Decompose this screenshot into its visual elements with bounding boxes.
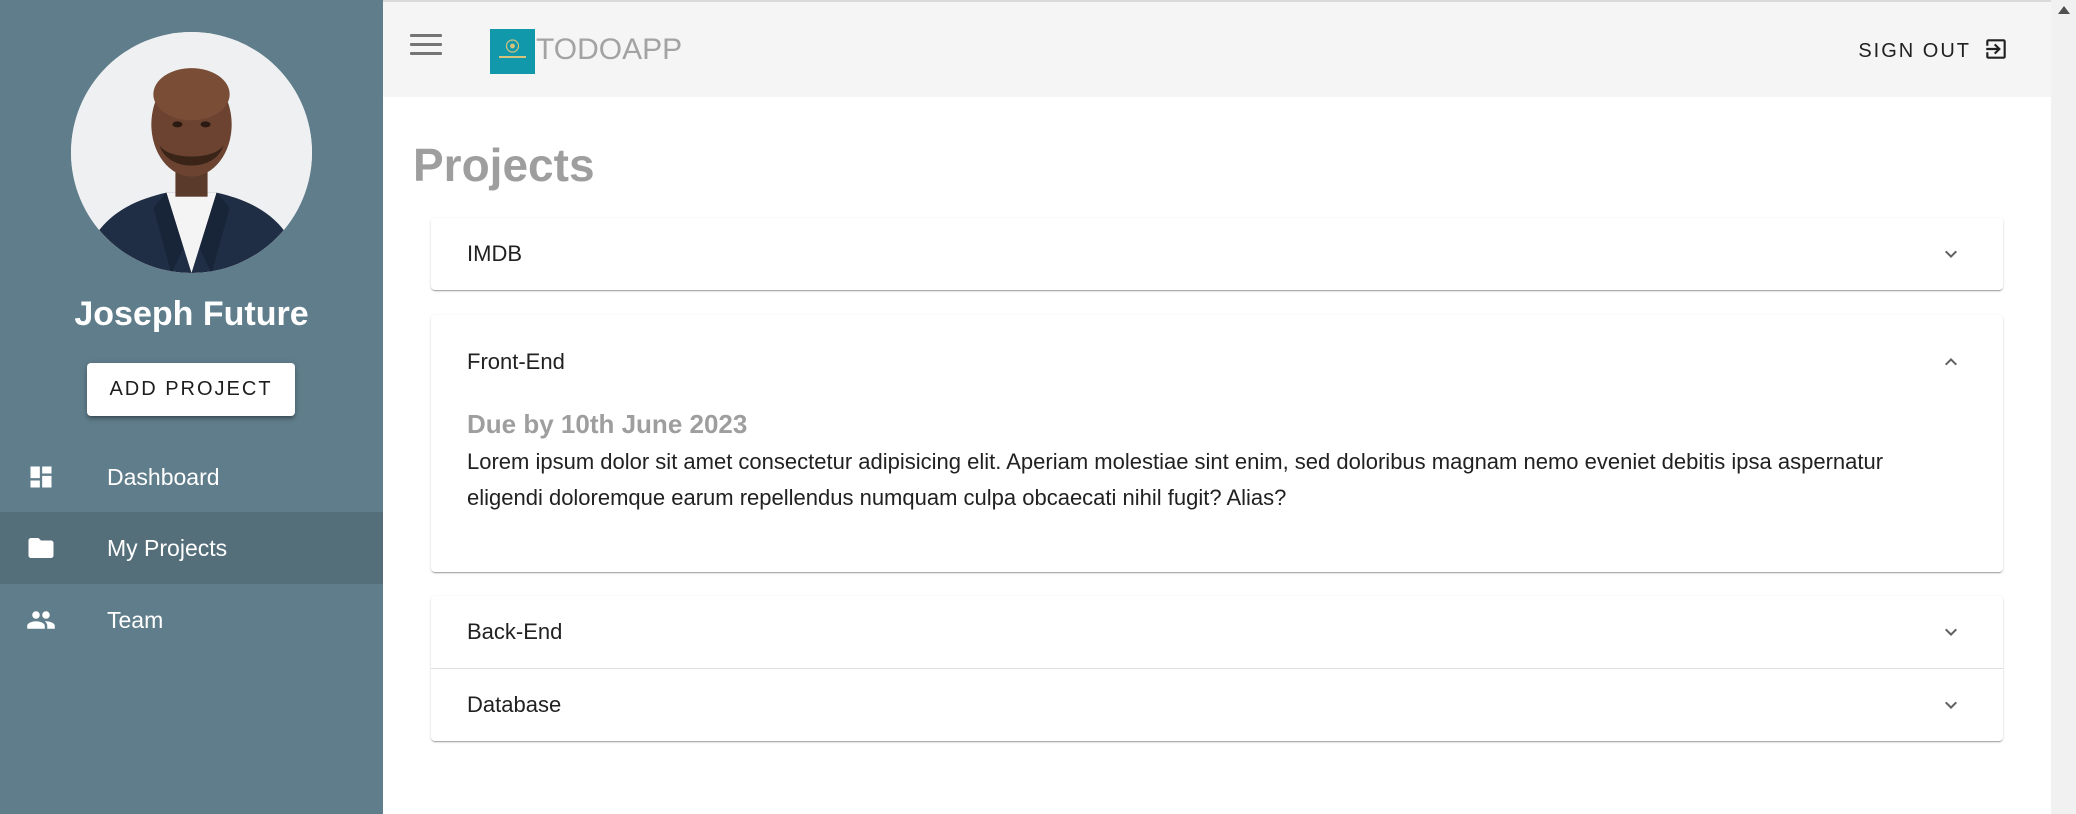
project-panel-back-end[interactable]: Back-End (431, 596, 2003, 668)
add-project-button[interactable]: ADD PROJECT (87, 363, 295, 416)
project-name: IMDB (467, 241, 522, 266)
sidebar-item-label: Team (107, 606, 164, 633)
app-title: TODOAPP (536, 33, 683, 66)
page-title: Projects (413, 139, 595, 191)
sidebar-item-my-projects[interactable]: My Projects (0, 512, 383, 584)
project-panel-imdb: IMDB (431, 218, 2003, 290)
avatar-photo (71, 32, 312, 273)
avatar (71, 32, 312, 273)
app-logo (490, 29, 535, 74)
sidebar-item-dashboard[interactable]: Dashboard (0, 441, 383, 513)
app-root: Joseph Future ADD PROJECT Dashboard My P… (0, 0, 2076, 814)
project-name: Back-End (467, 619, 563, 644)
chevron-down-icon (1945, 250, 1957, 258)
logout-icon (1983, 36, 2009, 67)
project-due-date: Due by 10th June 2023 (467, 409, 748, 439)
scroll-up-arrow-icon[interactable] (2058, 6, 2070, 14)
page-scrollbar[interactable] (2051, 0, 2076, 814)
chevron-down-icon (1945, 628, 1957, 636)
sidebar-item-team[interactable]: Team (0, 584, 383, 656)
project-panel-database[interactable]: Database (431, 669, 2003, 741)
people-icon (26, 605, 56, 635)
sign-out-label: SIGN OUT (1858, 40, 1971, 62)
project-name: Database (467, 692, 562, 717)
project-panel-header[interactable]: Front-End (431, 315, 2003, 387)
top-app-bar: TODOAPP SIGN OUT (383, 0, 2051, 97)
dashboard-icon (26, 462, 56, 492)
folder-icon (26, 533, 56, 563)
menu-icon[interactable] (410, 34, 442, 62)
project-panel-details: Due by 10th June 2023 Lorem ipsum dolor … (431, 409, 2003, 516)
project-panel-front-end: Front-End Due by 10th June 2023 Lorem ip… (431, 315, 2003, 572)
project-panel-header[interactable]: IMDB (431, 218, 2003, 290)
project-panel-group: Back-End Database (431, 596, 2003, 741)
chevron-down-icon (1945, 701, 1957, 709)
user-name: Joseph Future (74, 295, 309, 333)
sidebar: Joseph Future ADD PROJECT Dashboard My P… (0, 0, 383, 814)
sidebar-item-label: Dashboard (107, 463, 220, 490)
sign-out-button[interactable]: SIGN OUT (1858, 36, 2009, 67)
chevron-up-icon (1945, 358, 1957, 366)
project-description: Lorem ipsum dolor sit amet consectetur a… (467, 449, 1884, 510)
sidebar-item-label: My Projects (107, 534, 228, 561)
project-name: Front-End (467, 349, 565, 374)
